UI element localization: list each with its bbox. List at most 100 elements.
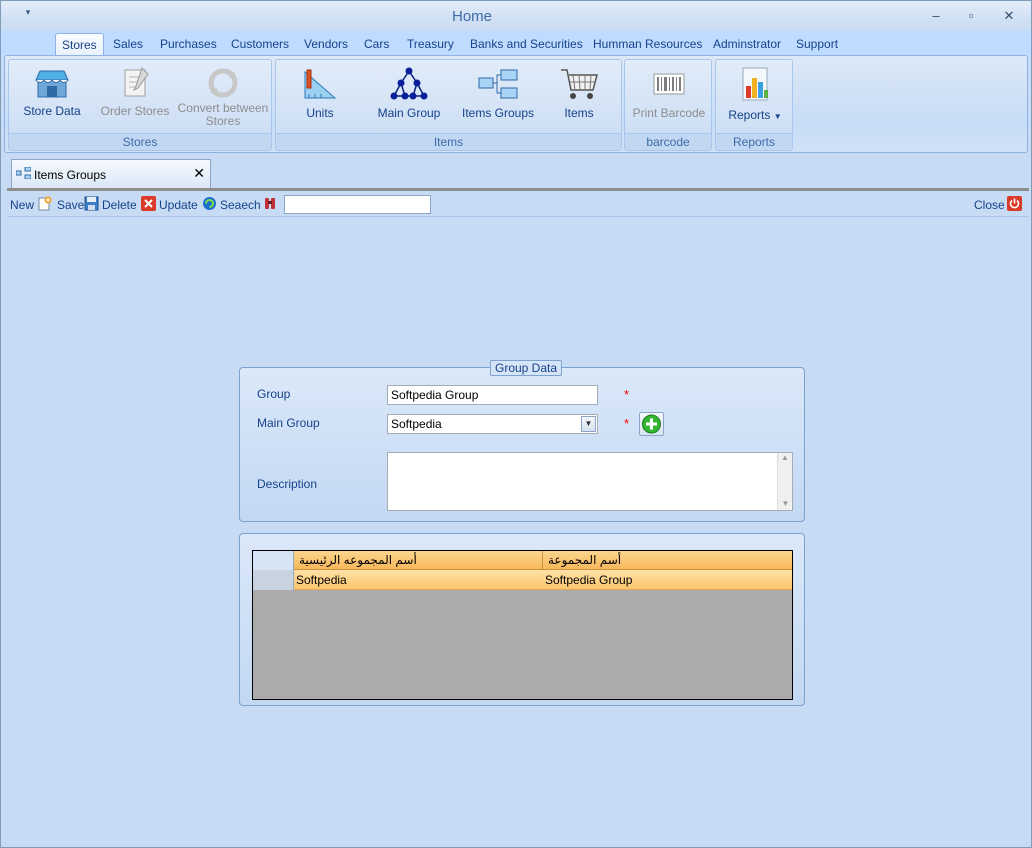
ribbon-group-stores: Store Data Order Stores Convert between … bbox=[8, 59, 272, 151]
items-label: Items bbox=[564, 106, 594, 120]
group-label: Group bbox=[257, 387, 291, 401]
group-required-mark: * bbox=[624, 387, 630, 402]
search-input[interactable] bbox=[284, 195, 431, 214]
binoculars-icon[interactable] bbox=[263, 196, 278, 211]
scroll-down-icon[interactable]: ▼ bbox=[778, 499, 793, 508]
hierarchy-icon bbox=[390, 67, 428, 100]
order-stores-button[interactable]: Order Stores bbox=[99, 66, 171, 118]
convert-arrows-icon bbox=[208, 68, 238, 98]
table-row[interactable]: Softpedia Softpedia Group bbox=[253, 570, 792, 590]
grid-header-row: أسم المجموعه الرئيسية أسم المجموعة bbox=[253, 551, 792, 570]
reports-chart-icon bbox=[742, 67, 768, 101]
tab-items-groups[interactable]: Items Groups ✕ bbox=[11, 159, 211, 188]
tab-stores[interactable]: Stores bbox=[55, 33, 104, 57]
shopping-cart-icon bbox=[561, 69, 598, 99]
dropdown-arrow-icon[interactable]: ▼ bbox=[581, 416, 596, 432]
new-button[interactable]: New bbox=[10, 198, 34, 212]
update-button[interactable]: Update bbox=[159, 198, 198, 212]
tab-vendors[interactable]: Vendors bbox=[298, 33, 354, 57]
ribbon-group-label-reports: Reports bbox=[716, 133, 792, 150]
chevron-down-icon: ▼ bbox=[773, 112, 782, 121]
minimize-button[interactable]: – bbox=[925, 7, 947, 25]
grid-select-all[interactable] bbox=[253, 551, 294, 570]
tab-customers[interactable]: Customers bbox=[225, 33, 295, 57]
doc-tab-title: Items Groups bbox=[34, 168, 107, 182]
store-icon bbox=[35, 70, 69, 98]
tab-purchases[interactable]: Purchases bbox=[154, 33, 223, 57]
save-disk-icon[interactable] bbox=[84, 196, 99, 211]
tab-support[interactable]: Support bbox=[790, 33, 844, 57]
items-groups-button[interactable]: Items Groups bbox=[458, 66, 538, 120]
items-groups-label: Items Groups bbox=[461, 106, 535, 120]
window-title: Home bbox=[451, 8, 492, 25]
description-scrollbar[interactable]: ▲ ▼ bbox=[777, 453, 792, 510]
record-toolbar: New Save Delete Update Seaech Close bbox=[7, 194, 1029, 217]
close-button[interactable]: Close bbox=[974, 198, 1005, 212]
groups-grid-panel: أسم المجموعه الرئيسية أسم المجموعة Softp… bbox=[239, 533, 805, 706]
ribbon-group-label-barcode: barcode bbox=[625, 133, 711, 150]
ribbon-tab-strip: Stores Sales Purchases Customers Vendors… bbox=[1, 31, 1031, 57]
tab-cars[interactable]: Cars bbox=[358, 33, 395, 57]
group-field[interactable]: Softpedia Group bbox=[387, 385, 598, 405]
tab-humman-resources[interactable]: Humman Resources bbox=[587, 33, 708, 57]
cell-group: Softpedia Group bbox=[545, 573, 633, 587]
items-groups-small-icon bbox=[16, 167, 31, 179]
new-document-icon[interactable] bbox=[37, 196, 52, 211]
ribbon-group-barcode: Print Barcode barcode bbox=[624, 59, 712, 151]
grid-column-group[interactable]: أسم المجموعة bbox=[548, 553, 788, 567]
delete-button[interactable]: Delete bbox=[102, 198, 137, 212]
app-window: ▾ Home – ▫ ✕ Stores Sales Purchases Cust… bbox=[0, 0, 1032, 848]
scroll-up-icon[interactable]: ▲ bbox=[778, 453, 792, 462]
row-header[interactable] bbox=[253, 570, 294, 590]
close-window-button[interactable]: ✕ bbox=[998, 7, 1020, 25]
tab-banks-and-securities[interactable]: Banks and Securities bbox=[464, 33, 589, 57]
tab-treasury[interactable]: Treasury bbox=[401, 33, 460, 57]
close-tab-icon[interactable]: ✕ bbox=[193, 165, 205, 182]
group-data-panel: Group Data Group Softpedia Group * Main … bbox=[239, 360, 805, 522]
groups-grid: أسم المجموعه الرئيسية أسم المجموعة Softp… bbox=[252, 550, 793, 700]
description-textarea[interactable]: ▲ ▼ bbox=[387, 452, 793, 511]
store-data-label: Store Data bbox=[23, 104, 81, 118]
main-group-required-mark: * bbox=[624, 416, 630, 431]
convert-label-line2: Stores bbox=[205, 114, 241, 128]
ribbon-panel: Store Data Order Stores Convert between … bbox=[4, 55, 1028, 153]
add-main-group-button[interactable] bbox=[639, 412, 664, 436]
main-group-label: Main Group bbox=[257, 416, 320, 430]
barcode-icon bbox=[653, 73, 685, 95]
column-divider bbox=[542, 551, 543, 570]
print-barcode-button[interactable]: Print Barcode bbox=[629, 66, 709, 120]
store-data-button[interactable]: Store Data bbox=[19, 66, 85, 118]
search-button[interactable]: Seaech bbox=[220, 198, 261, 212]
units-ruler-icon bbox=[304, 69, 337, 99]
items-button[interactable]: Items bbox=[554, 66, 604, 120]
convert-label-line1: Convert between bbox=[177, 101, 269, 115]
save-button[interactable]: Save bbox=[57, 198, 84, 212]
main-group-button[interactable]: Main Group bbox=[374, 66, 444, 120]
add-plus-icon bbox=[642, 414, 661, 434]
tab-sales[interactable]: Sales bbox=[107, 33, 149, 57]
maximize-button[interactable]: ▫ bbox=[960, 7, 982, 25]
order-stores-label: Order Stores bbox=[100, 104, 170, 118]
refresh-icon[interactable] bbox=[202, 196, 217, 211]
description-label: Description bbox=[257, 477, 318, 491]
tab-adminstrator[interactable]: Adminstrator bbox=[707, 33, 787, 57]
title-bar: ▾ Home – ▫ ✕ bbox=[1, 1, 1031, 31]
ribbon-group-label-stores: Stores bbox=[9, 133, 271, 150]
cell-main-group: Softpedia bbox=[296, 573, 347, 587]
main-group-label: Main Group bbox=[377, 106, 441, 120]
items-groups-icon bbox=[478, 69, 518, 99]
delete-x-icon[interactable] bbox=[141, 196, 156, 211]
ribbon-group-items: Units Main Group Items Groups Items Item… bbox=[275, 59, 622, 151]
document-tab-strip: Items Groups ✕ bbox=[7, 159, 1029, 191]
units-label: Units bbox=[306, 106, 334, 120]
group-data-legend: Group Data bbox=[490, 360, 563, 376]
reports-label: Reports bbox=[728, 108, 771, 122]
power-icon[interactable] bbox=[1007, 196, 1022, 211]
main-group-value: Softpedia bbox=[391, 417, 442, 431]
grid-column-main-group[interactable]: أسم المجموعه الرئيسية bbox=[299, 553, 542, 567]
reports-dropdown-button[interactable]: Reports ▼ bbox=[724, 66, 786, 122]
units-button[interactable]: Units bbox=[290, 66, 350, 120]
convert-between-stores-button[interactable]: Convert between Stores bbox=[177, 66, 269, 128]
ribbon-group-label-items: Items bbox=[276, 133, 621, 150]
main-group-select[interactable]: Softpedia ▼ bbox=[387, 414, 598, 434]
